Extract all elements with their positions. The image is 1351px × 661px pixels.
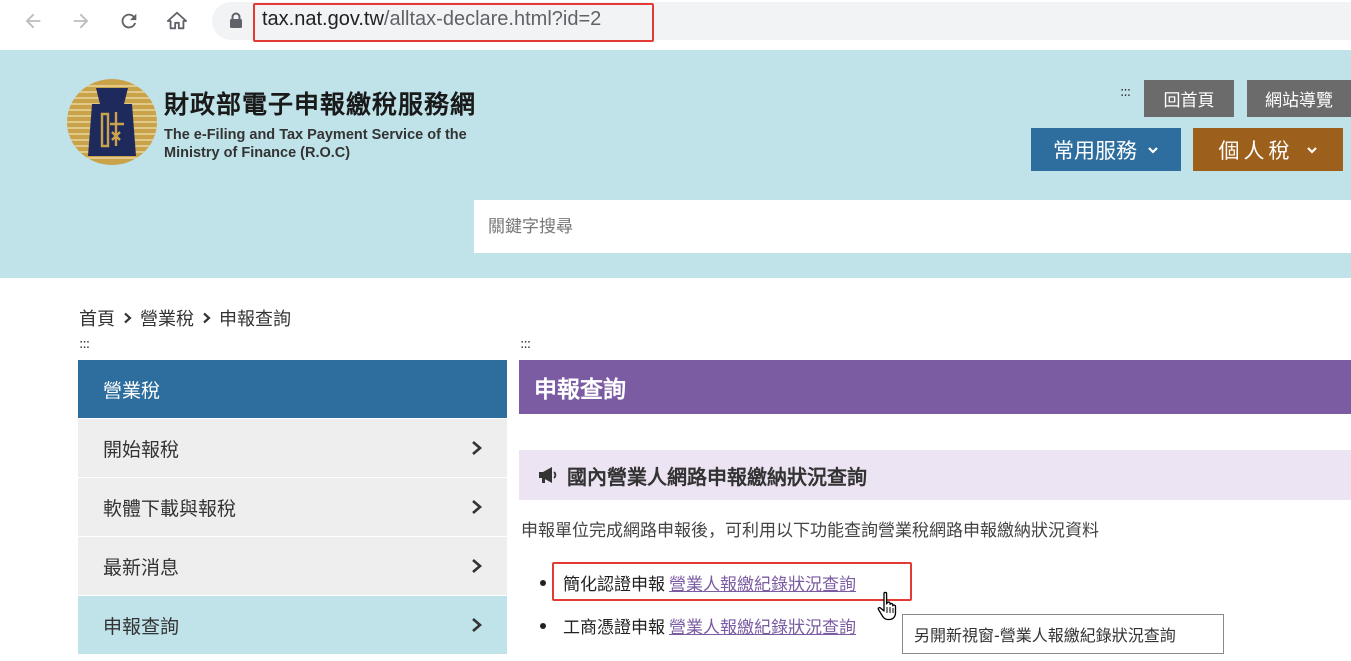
keyword-search-input[interactable] (474, 200, 1351, 253)
site-subtitle-line2: Ministry of Finance (R.O.C) (164, 145, 351, 161)
page-title: 申報查詢 (519, 360, 1351, 414)
site-subtitle: The e-Filing and Tax Payment Service of … (164, 126, 467, 162)
back-arrow-icon[interactable] (20, 8, 46, 34)
ministry-logo[interactable] (66, 78, 158, 166)
section-heading-text: 國內營業人網路申報繳納狀況查詢 (567, 464, 867, 489)
section-heading: 國內營業人網路申報繳納狀況查詢 (519, 450, 1351, 500)
personal-tax-button[interactable]: 個人稅 (1193, 128, 1343, 171)
list-item-prefix: 工商憑證申報 (563, 618, 665, 638)
accesskey-top[interactable]: ::: (1120, 86, 1131, 99)
chevron-right-icon (472, 441, 482, 455)
lock-icon (230, 12, 242, 28)
home-icon[interactable] (164, 8, 190, 34)
chevron-right-icon (124, 312, 132, 324)
link-highlight-box (552, 562, 912, 601)
accesskey-center[interactable]: ::: (520, 338, 531, 351)
chevron-down-icon (1306, 146, 1317, 154)
sitemap-button[interactable]: 網站導覽 (1247, 80, 1351, 117)
bullet (540, 622, 546, 629)
browser-toolbar: tax.nat.gov.tw/alltax-declare.html?id=2 (0, 0, 1351, 44)
chevron-right-icon (472, 618, 482, 632)
hand-cursor-icon (877, 591, 897, 621)
sidebar-item-label: 軟體下載與報稅 (103, 497, 237, 520)
list-item: 工商憑證申報 營業人報繳紀錄狀況查詢 (540, 613, 856, 638)
sidebar-item-label: 開始報稅 (103, 438, 180, 461)
url-highlight-box (253, 3, 654, 42)
megaphone-icon (539, 467, 557, 483)
personal-tax-label: 個人稅 (1218, 138, 1294, 163)
sidebar-item-news[interactable]: 最新消息 (78, 536, 507, 595)
breadcrumb-home[interactable]: 首頁 (79, 305, 115, 331)
sidebar-item-start-filing[interactable]: 開始報稅 (78, 418, 507, 477)
forward-arrow-icon[interactable] (68, 8, 94, 34)
breadcrumb: 首頁 營業稅 申報查詢 (79, 305, 291, 331)
sidebar-item-label: 最新消息 (103, 556, 180, 579)
sidebar-item-software-download[interactable]: 軟體下載與報稅 (78, 477, 507, 536)
site-title: 財政部電子申報繳稅服務網 (164, 90, 477, 119)
reload-icon[interactable] (116, 8, 142, 34)
chevron-right-icon (472, 500, 482, 514)
common-services-button[interactable]: 常用服務 (1031, 128, 1181, 171)
bullet (540, 579, 546, 586)
chevron-right-icon (472, 559, 482, 573)
breadcrumb-business-tax[interactable]: 營業稅 (140, 305, 194, 331)
sidebar: 營業稅 開始報稅 軟體下載與報稅 最新消息 申報查詢 (78, 360, 507, 654)
common-services-label: 常用服務 (1053, 138, 1137, 163)
site-subtitle-line1: The e-Filing and Tax Payment Service of … (164, 127, 467, 143)
accesskey-left[interactable]: ::: (79, 338, 90, 351)
section-description: 申報單位完成網路申報後，可利用以下功能查詢營業稅網路申報繳納狀況資料 (521, 521, 1099, 541)
sidebar-heading[interactable]: 營業稅 (78, 360, 507, 418)
sidebar-item-label: 申報查詢 (103, 615, 180, 638)
home-button[interactable]: 回首頁 (1144, 80, 1234, 117)
link-tooltip: 另開新視窗-營業人報繳紀錄狀況查詢 (902, 614, 1224, 654)
filing-record-link-business-cert[interactable]: 營業人報繳紀錄狀況查詢 (669, 613, 856, 638)
breadcrumb-current: 申報查詢 (219, 309, 291, 330)
sidebar-item-filing-inquiry[interactable]: 申報查詢 (78, 595, 507, 654)
chevron-down-icon (1148, 146, 1158, 154)
chevron-right-icon (203, 312, 211, 324)
